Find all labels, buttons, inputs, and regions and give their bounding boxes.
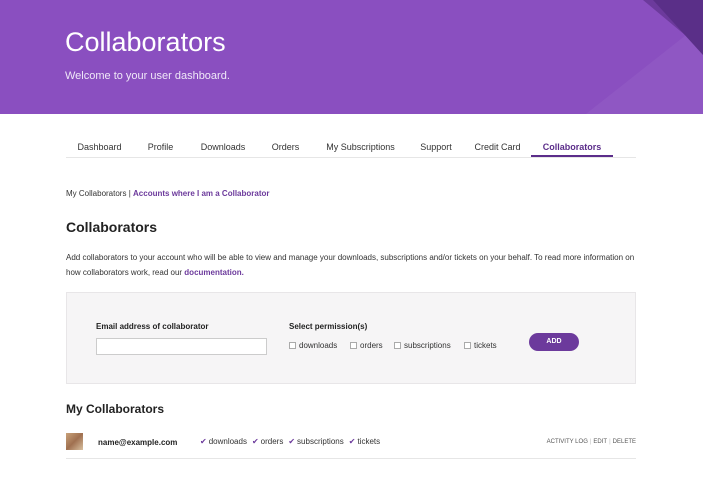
permission-item: ✔ subscriptions (288, 437, 343, 446)
permission-text: subscriptions (297, 437, 344, 446)
tab-bar: Dashboard Profile Downloads Orders My Su… (66, 138, 636, 158)
subnav-current: My Collaborators (66, 189, 127, 198)
documentation-link[interactable]: documentation. (184, 268, 244, 277)
collaborator-row: name@example.com ✔ downloads ✔ orders ✔ sub… (66, 430, 636, 459)
check-icon: ✔ (288, 437, 296, 446)
tab-my-subscriptions[interactable]: My Subscriptions (313, 138, 408, 157)
tab-profile[interactable]: Profile (133, 138, 188, 157)
tab-credit-card[interactable]: Credit Card (464, 138, 531, 157)
permissions-label: Select permission(s) (289, 322, 368, 331)
permission-item: ✔ orders (252, 437, 283, 446)
check-icon: ✔ (348, 437, 356, 446)
permission-text: downloads (208, 437, 247, 446)
avatar (66, 433, 83, 450)
tab-collaborators[interactable]: Collaborators (531, 138, 613, 157)
sub-navigation: My Collaborators | Accounts where I am a… (66, 189, 270, 198)
activity-log-link[interactable]: ACTIVITY LOG (547, 439, 588, 445)
add-collaborator-panel: Email address of collaborator Select per… (66, 292, 636, 384)
description-text: Add collaborators to your account who wi… (66, 253, 635, 277)
checkbox-subscriptions[interactable] (394, 342, 401, 349)
edit-link[interactable]: EDIT (593, 439, 607, 445)
collaborator-permissions: ✔ downloads ✔ orders ✔ subscriptions ✔ ticke… (200, 437, 385, 446)
permission-label: tickets (474, 341, 497, 350)
divider: | (609, 439, 611, 445)
tab-support[interactable]: Support (408, 138, 464, 157)
collaborator-email: name@example.com (98, 438, 178, 447)
accounts-collaborator-link[interactable]: Accounts where I am a Collaborator (133, 189, 269, 198)
permission-label: orders (360, 341, 383, 350)
row-actions: ACTIVITY LOG | EDIT | DELETE (547, 439, 636, 445)
checkbox-downloads[interactable] (289, 342, 296, 349)
permission-subscriptions[interactable]: subscriptions (394, 341, 451, 350)
section-title: Collaborators (66, 219, 158, 235)
permission-tickets[interactable]: tickets (464, 341, 497, 350)
permission-item: ✔ downloads (200, 437, 247, 446)
email-field[interactable] (96, 338, 267, 355)
decorative-shape (653, 0, 703, 55)
my-collaborators-title: My Collaborators (66, 402, 165, 416)
tab-dashboard[interactable]: Dashboard (66, 138, 133, 157)
tab-downloads[interactable]: Downloads (188, 138, 258, 157)
permission-text: tickets (357, 437, 381, 446)
permission-text: orders (260, 437, 284, 446)
add-button[interactable]: ADD (529, 333, 579, 351)
permission-label: downloads (299, 341, 338, 350)
check-icon: ✔ (251, 437, 259, 446)
tab-orders[interactable]: Orders (258, 138, 313, 157)
hero-banner: Collaborators Welcome to your user dashb… (0, 0, 703, 114)
permission-label: subscriptions (404, 341, 451, 350)
page-subtitle: Welcome to your user dashboard. (65, 70, 230, 82)
subnav-separator: | (128, 189, 131, 198)
section-description: Add collaborators to your account who wi… (66, 250, 641, 280)
checkbox-orders[interactable] (350, 342, 357, 349)
check-icon: ✔ (200, 437, 207, 446)
checkbox-tickets[interactable] (464, 342, 471, 349)
email-label: Email address of collaborator (96, 322, 209, 331)
permission-downloads[interactable]: downloads (289, 341, 337, 350)
permission-item: ✔ tickets (349, 437, 380, 446)
delete-link[interactable]: DELETE (613, 439, 636, 445)
page-title: Collaborators (65, 27, 226, 57)
divider: | (589, 439, 592, 445)
permission-orders[interactable]: orders (350, 341, 383, 350)
